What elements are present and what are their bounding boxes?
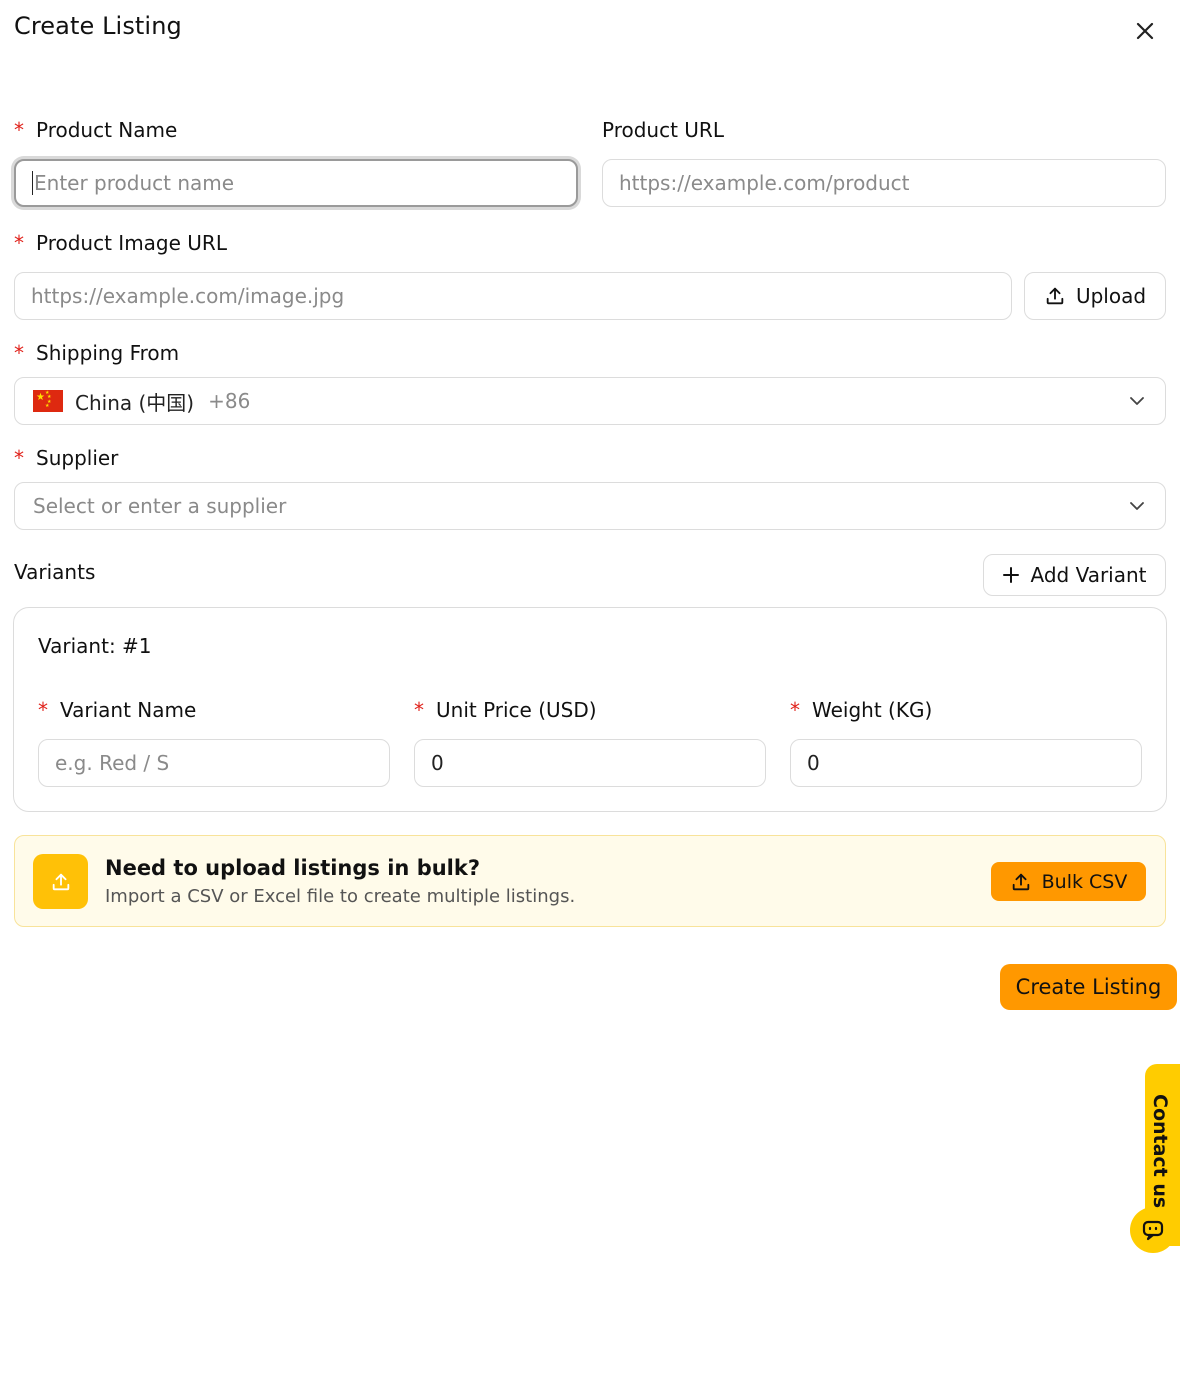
weight-input[interactable]: 0: [790, 739, 1142, 787]
product-name-input[interactable]: Enter product name: [14, 159, 578, 207]
variants-section-label: Variants: [14, 560, 96, 584]
chevron-down-icon: [1130, 397, 1144, 405]
shipping-from-select[interactable]: ★ ★ ★ ★ ★ China (中国) +86: [14, 377, 1166, 425]
shipping-country: China (中国): [75, 390, 195, 415]
unit-price-input[interactable]: 0: [414, 739, 766, 787]
chat-icon: [1142, 1220, 1164, 1241]
contact-us-label: Contact us: [1149, 1094, 1171, 1209]
weight-label: * Weight (KG): [790, 698, 933, 722]
variant-name-input[interactable]: e.g. Red / S: [38, 739, 390, 787]
bulk-upload-banner: Need to upload listings in bulk? Import …: [14, 835, 1166, 927]
upload-icon: [33, 854, 88, 909]
product-image-url-label: * Product Image URL: [14, 231, 227, 255]
bulk-upload-subtitle: Import a CSV or Excel file to create mul…: [105, 886, 576, 907]
shipping-dial-code: +86: [208, 389, 251, 413]
close-icon: [1136, 22, 1154, 40]
create-listing-button[interactable]: Create Listing: [1000, 964, 1177, 1010]
variant-card: Variant: #1 * Variant Name e.g. Red / S *…: [13, 607, 1167, 812]
china-flag-icon: ★ ★ ★ ★ ★: [33, 390, 63, 412]
product-image-url-input[interactable]: https://example.com/image.jpg: [14, 272, 1012, 320]
unit-price-label: * Unit Price (USD): [414, 698, 597, 722]
bulk-upload-title: Need to upload listings in bulk?: [105, 856, 481, 880]
product-name-label: * Product Name: [14, 118, 178, 142]
page-title: Create Listing: [14, 12, 182, 40]
variant-title: Variant: #1: [38, 634, 152, 658]
chevron-down-icon: [1130, 502, 1144, 510]
bulk-csv-button[interactable]: Bulk CSV: [991, 862, 1146, 901]
plus-icon: [1003, 567, 1020, 583]
upload-icon: [1046, 287, 1064, 305]
variant-name-label: * Variant Name: [38, 698, 197, 722]
shipping-from-label: * Shipping From: [14, 341, 180, 365]
supplier-select[interactable]: Select or enter a supplier: [14, 482, 1166, 530]
product-url-label: Product URL: [602, 118, 724, 142]
upload-icon: [1012, 873, 1029, 890]
chat-button[interactable]: [1130, 1207, 1176, 1253]
product-url-input[interactable]: https://example.com/product: [602, 159, 1166, 207]
supplier-label: * Supplier: [14, 446, 119, 470]
add-variant-button[interactable]: Add Variant: [983, 554, 1166, 596]
upload-button[interactable]: Upload: [1024, 272, 1166, 320]
close-button[interactable]: [1130, 16, 1160, 46]
text-caret: [32, 171, 33, 195]
required-marker: *: [14, 118, 24, 142]
